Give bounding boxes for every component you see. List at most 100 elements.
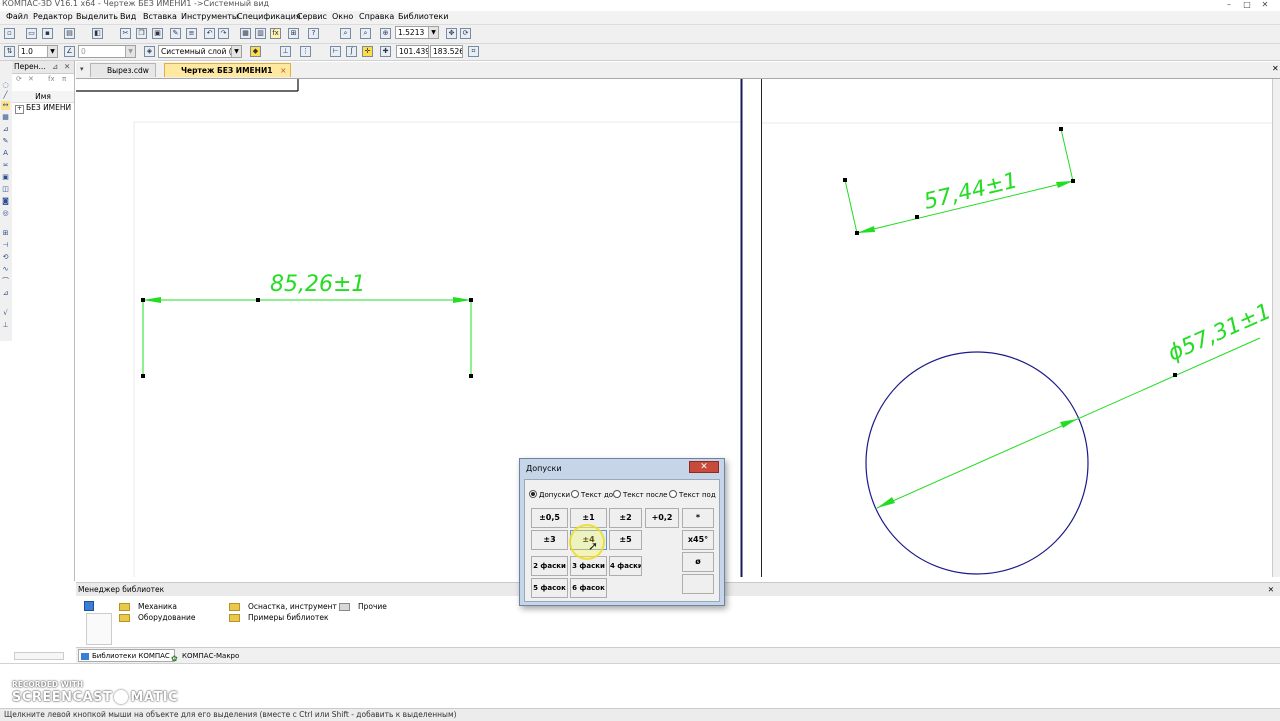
menu-window[interactable]: Окно [332, 12, 353, 21]
tabs-menu-icon[interactable]: ▾ [80, 65, 84, 73]
library-root-icon[interactable] [84, 601, 94, 611]
dimensions-icon[interactable]: ↔ [1, 101, 10, 110]
chevron-down-icon[interactable]: ▼ [231, 46, 241, 57]
menu-help[interactable]: Справка [359, 12, 394, 21]
menu-insert[interactable]: Вставка [143, 12, 177, 21]
menu-libraries[interactable]: Библиотеки [398, 12, 448, 21]
cut-icon[interactable]: ✂ [120, 28, 131, 39]
pin-icon[interactable]: ⊿ [52, 61, 58, 73]
grid-icon[interactable]: ⋮ [300, 46, 311, 57]
geometry-icon[interactable]: ◌ [1, 81, 10, 90]
new-file-icon[interactable]: ▫ [4, 28, 15, 39]
print-icon[interactable]: ▤ [64, 28, 75, 39]
arc-icon[interactable]: ⌒ [1, 277, 10, 286]
tolerance-5-button[interactable]: ±5 [609, 530, 642, 550]
folder-equipment[interactable]: Оборудование [138, 613, 196, 622]
zoom-icon[interactable]: ⌕ [360, 28, 371, 39]
radio-tolerances[interactable]: Допуски [529, 490, 570, 499]
menu-view[interactable]: Вид [120, 12, 136, 21]
orthogonal-icon[interactable]: ⊥ [280, 46, 291, 57]
folder-examples[interactable]: Примеры библиотек [248, 613, 329, 622]
dialog-close-button[interactable]: ✕ [689, 461, 719, 473]
leader-icon[interactable]: ⊣ [1, 241, 10, 250]
vertical-scrollbar[interactable] [1272, 79, 1280, 577]
tolerance-3-button[interactable]: ±3 [531, 530, 568, 550]
menu-tools[interactable]: Инструменты [181, 12, 238, 21]
refresh-icon[interactable]: ⟳ [460, 28, 471, 39]
four-chamfers-button[interactable]: 4 фаски [609, 556, 642, 576]
line-step-combo[interactable]: 1.0 ▼ [18, 45, 58, 58]
library-icon[interactable]: ▥ [255, 28, 266, 39]
diameter-button[interactable]: ø [682, 552, 714, 572]
undo-icon[interactable]: ↶ [204, 28, 215, 39]
menu-select[interactable]: Выделить [76, 12, 118, 21]
snaps-icon[interactable]: ✛ [362, 46, 373, 57]
open-file-icon[interactable]: ▭ [26, 28, 37, 39]
close-doc-icon[interactable]: ✕ [1272, 64, 1279, 73]
six-chamfers-button[interactable]: 6 фасок [570, 578, 607, 598]
variables-icon[interactable]: ⊞ [288, 28, 299, 39]
menu-file[interactable]: Файл [6, 12, 28, 21]
help-cursor-icon[interactable]: ? [308, 28, 319, 39]
coord-y-field[interactable]: 183.526 [430, 45, 463, 58]
chevron-down-icon[interactable]: ▼ [125, 46, 135, 57]
tab-kompas-macro[interactable]: ✿ КОМПАС-Макро [168, 649, 244, 663]
brush-icon[interactable]: ✎ [170, 28, 181, 39]
text-icon[interactable]: A [1, 149, 10, 158]
base-icon[interactable]: ⊥ [1, 321, 10, 330]
properties-icon[interactable]: ≡ [186, 28, 197, 39]
tab-drawing[interactable]: Чертеж БЕЗ ИМЕНИ1 × [164, 63, 292, 77]
radio-text-after[interactable]: Текст после [613, 490, 667, 499]
zoom-window-icon[interactable]: ⌕ [340, 28, 351, 39]
fragment-icon[interactable]: ◙ [1, 197, 10, 206]
library-tree-pane[interactable] [86, 613, 112, 645]
chevron-down-icon[interactable]: ▼ [428, 27, 438, 38]
style-icon[interactable]: ◆ [250, 46, 261, 57]
designations-icon[interactable]: ⊿ [1, 125, 10, 134]
chevron-down-icon[interactable]: ▼ [47, 46, 57, 57]
layer-combo[interactable]: Системный слой (0) ▼ [158, 45, 242, 58]
tab-kompas-libraries[interactable]: Библиотеки КОМПАС [78, 649, 175, 662]
pi-icon[interactable]: π [62, 75, 66, 83]
menu-editor[interactable]: Редактор [33, 12, 73, 21]
folder-other[interactable]: Прочие [358, 602, 387, 611]
maximize-button[interactable]: □ [1240, 0, 1254, 9]
redo-icon[interactable]: ↷ [218, 28, 229, 39]
minimize-button[interactable]: – [1222, 0, 1236, 9]
empty-button[interactable] [682, 574, 714, 594]
copy-icon[interactable]: ❐ [136, 28, 147, 39]
tree-item[interactable]: + БЕЗ ИМЕНИ [12, 103, 74, 114]
pan-icon[interactable]: ✥ [446, 28, 457, 39]
coord-x-field[interactable]: 101.439 [396, 45, 429, 58]
params-icon[interactable]: ≍ [1, 161, 10, 170]
snap-icon[interactable]: ʃ [346, 46, 357, 57]
linear-dimension-1[interactable] [141, 297, 473, 378]
diameter-dimension-3[interactable] [876, 337, 1261, 509]
expand-icon[interactable]: + [15, 105, 24, 114]
two-chamfers-button[interactable]: 2 фаски [531, 556, 568, 576]
paste-icon[interactable]: ▣ [152, 28, 163, 39]
folder-mechanics[interactable]: Механика [138, 602, 177, 611]
close-icon[interactable]: ✕ [64, 61, 70, 73]
tolerance-0-5-button[interactable]: ±0,5 [531, 508, 568, 528]
tolerance-2-button[interactable]: ±2 [609, 508, 642, 528]
circle[interactable] [865, 351, 1089, 575]
menu-service[interactable]: Сервис [297, 12, 327, 21]
edit-icon[interactable]: ✎ [1, 137, 10, 146]
curve-icon[interactable]: ∿ [1, 265, 10, 274]
chamfer-45-button[interactable]: x45° [682, 530, 714, 550]
save-icon[interactable]: ▪ [42, 28, 53, 39]
delete-icon[interactable]: ✕ [28, 75, 34, 83]
refresh-icon[interactable]: ⟳ [16, 75, 22, 83]
asterisk-button[interactable]: * [682, 508, 714, 528]
layers-icon[interactable]: ◈ [144, 46, 155, 57]
radio-text-before[interactable]: Текст до [571, 490, 613, 499]
radio-text-under[interactable]: Текст под [669, 490, 716, 499]
close-window-button[interactable]: ✕ [1258, 0, 1272, 9]
angle-combo[interactable]: 0 ▼ [78, 45, 136, 58]
menu-specification[interactable]: Спецификация [237, 12, 301, 21]
measure-icon[interactable]: ▣ [1, 173, 10, 182]
tab-cut-document[interactable]: Вырез.cdw [90, 63, 156, 77]
spec-icon[interactable]: ◎ [1, 209, 10, 218]
shading-icon[interactable]: ⊞ [1, 229, 10, 238]
